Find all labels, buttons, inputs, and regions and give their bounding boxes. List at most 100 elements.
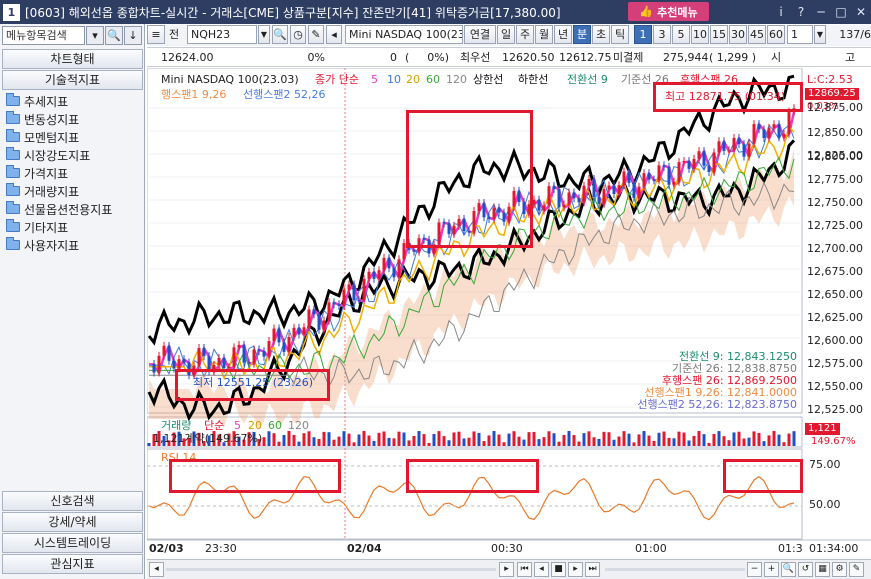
interval-10-button[interactable]: 10	[691, 25, 709, 44]
maximize-icon[interactable]: □	[833, 4, 849, 20]
interval-1-button[interactable]: 1	[634, 25, 652, 44]
category-signal-search[interactable]: 신호검색	[2, 491, 143, 511]
year-button[interactable]: 년	[554, 25, 572, 44]
help-icon[interactable]: ?	[793, 4, 809, 20]
zoom-in-icon[interactable]: +	[764, 562, 779, 577]
dropdown-arrow-icon[interactable]: ▾	[86, 26, 104, 45]
menu-icon[interactable]: ≡	[147, 25, 165, 44]
close-icon[interactable]: ✕	[853, 4, 869, 20]
menu-search-input[interactable]: 메뉴항목검색	[2, 26, 85, 45]
grid-icon[interactable]: ▦	[815, 562, 830, 577]
recommend-menu-label: 추천메뉴	[657, 5, 698, 19]
candle-body	[582, 185, 586, 203]
volume-bar	[497, 434, 501, 446]
tree-item-market-strength[interactable]: 시장강도지표	[6, 146, 112, 164]
zoom-track[interactable]	[605, 568, 745, 571]
stop-icon[interactable]: ■	[551, 562, 566, 577]
open-interest: 275,944	[663, 51, 709, 64]
interval-30-button[interactable]: 30	[729, 25, 747, 44]
scroll-left-icon[interactable]: ◂	[149, 562, 164, 577]
candle-body	[572, 192, 576, 199]
search-icon[interactable]: 🔍	[781, 562, 796, 577]
tree-item-trend[interactable]: 추세지표	[6, 92, 112, 110]
minute-button[interactable]: 분	[573, 25, 591, 44]
prev-page-icon[interactable]: ◂	[534, 562, 549, 577]
zoom-out-icon[interactable]: −	[747, 562, 762, 577]
month-button[interactable]: 월	[535, 25, 553, 44]
category-bull-bear[interactable]: 강세/약세	[2, 512, 143, 532]
candle-body	[327, 302, 331, 321]
last-page-icon[interactable]: ⏭	[585, 562, 600, 577]
next-page-icon[interactable]: ▸	[568, 562, 583, 577]
indicator-tree: 추세지표 변동성지표 모멘텀지표 시장강도지표 가격지표 거래량지표 선물옵션전…	[6, 92, 112, 254]
volume-bar	[407, 440, 411, 446]
download-icon[interactable]: ↓	[124, 26, 142, 45]
scroll-right-icon[interactable]: ▸	[499, 562, 514, 577]
candle-body	[652, 179, 656, 181]
volume-bar	[472, 431, 476, 446]
settings-icon[interactable]: ⚙	[832, 562, 847, 577]
volume-bar	[667, 437, 671, 446]
reset-icon[interactable]: ↺	[798, 562, 813, 577]
candle-body	[392, 268, 396, 278]
candle-body	[277, 328, 281, 343]
candle-body	[317, 314, 321, 330]
volume-bar	[522, 439, 526, 446]
interval-45-button[interactable]: 45	[748, 25, 766, 44]
search-icon[interactable]: 🔍	[272, 25, 288, 44]
prev-icon[interactable]: ◂	[326, 25, 342, 44]
volume-bar	[592, 437, 596, 446]
count-select[interactable]: 1	[787, 25, 813, 44]
legend-close-sma: 종가 단순	[315, 73, 359, 86]
first-page-icon[interactable]: ⏮	[517, 562, 532, 577]
volume-bar	[587, 431, 591, 446]
history-icon[interactable]: ◷	[290, 25, 306, 44]
tree-item-momentum[interactable]: 모멘텀지표	[6, 128, 112, 146]
category-technical-indicators[interactable]: 기술적지표	[2, 70, 143, 90]
volume-bar	[402, 432, 406, 446]
tree-item-volume[interactable]: 거래량지표	[6, 182, 112, 200]
tree-item-volatility[interactable]: 변동성지표	[6, 110, 112, 128]
tree-item-price[interactable]: 가격지표	[6, 164, 112, 182]
minimize-icon[interactable]: ─	[813, 4, 829, 20]
code-dropdown-icon[interactable]: ▼	[258, 25, 270, 44]
tree-item-other[interactable]: 기타지표	[6, 218, 112, 236]
candle-body	[247, 362, 251, 364]
candle-body	[682, 160, 686, 163]
volume-bar	[487, 435, 491, 446]
volume-bar	[737, 431, 741, 446]
chart-area[interactable]: Mini NASDAQ 100(23.03) 종가 단순 5 10 20 60 …	[146, 67, 871, 562]
product-code-input[interactable]: NQH23	[187, 25, 257, 44]
candle-body	[242, 344, 246, 363]
scroll-track[interactable]	[166, 568, 496, 571]
category-chart-type[interactable]: 차트형태	[2, 49, 143, 69]
edit-icon[interactable]: ✎	[308, 25, 324, 44]
category-system-trading[interactable]: 시스템트레이딩	[2, 533, 143, 553]
interval-5-button[interactable]: 5	[672, 25, 690, 44]
count-dropdown-icon[interactable]: ▼	[814, 25, 826, 44]
recommend-menu-button[interactable]: 👍 추천메뉴	[628, 2, 709, 21]
candle-body	[567, 192, 571, 205]
time-axis-label: 01:00	[635, 542, 667, 555]
price-tick: 12,750.00	[807, 196, 863, 209]
tree-item-user[interactable]: 사용자지표	[6, 236, 112, 254]
week-button[interactable]: 주	[516, 25, 534, 44]
second-button[interactable]: 초	[592, 25, 610, 44]
candle-body	[372, 271, 376, 279]
candle-body	[537, 199, 541, 211]
tick-button[interactable]: 틱	[611, 25, 629, 44]
interval-15-button[interactable]: 15	[710, 25, 728, 44]
info-icon[interactable]: i	[773, 4, 789, 20]
search-icon[interactable]: 🔍	[105, 26, 123, 45]
volume-bar	[742, 438, 746, 446]
volume-bar	[307, 431, 311, 446]
interval-3-button[interactable]: 3	[653, 25, 671, 44]
tree-item-futures-options[interactable]: 선물옵션전용지표	[6, 200, 112, 218]
category-watch-indicators[interactable]: 관심지표	[2, 554, 143, 574]
tools-icon[interactable]: ✎	[849, 562, 864, 577]
interval-60-button[interactable]: 60	[767, 25, 785, 44]
continuous-button[interactable]: 연결	[464, 25, 496, 44]
day-button[interactable]: 일	[497, 25, 515, 44]
chart-scroll-bar[interactable]: ◂ ▸ ⏮ ◂ ■ ▸ ⏭ − + 🔍 ↺ ▦ ⚙ ✎	[147, 559, 871, 579]
candle-body	[557, 189, 561, 208]
